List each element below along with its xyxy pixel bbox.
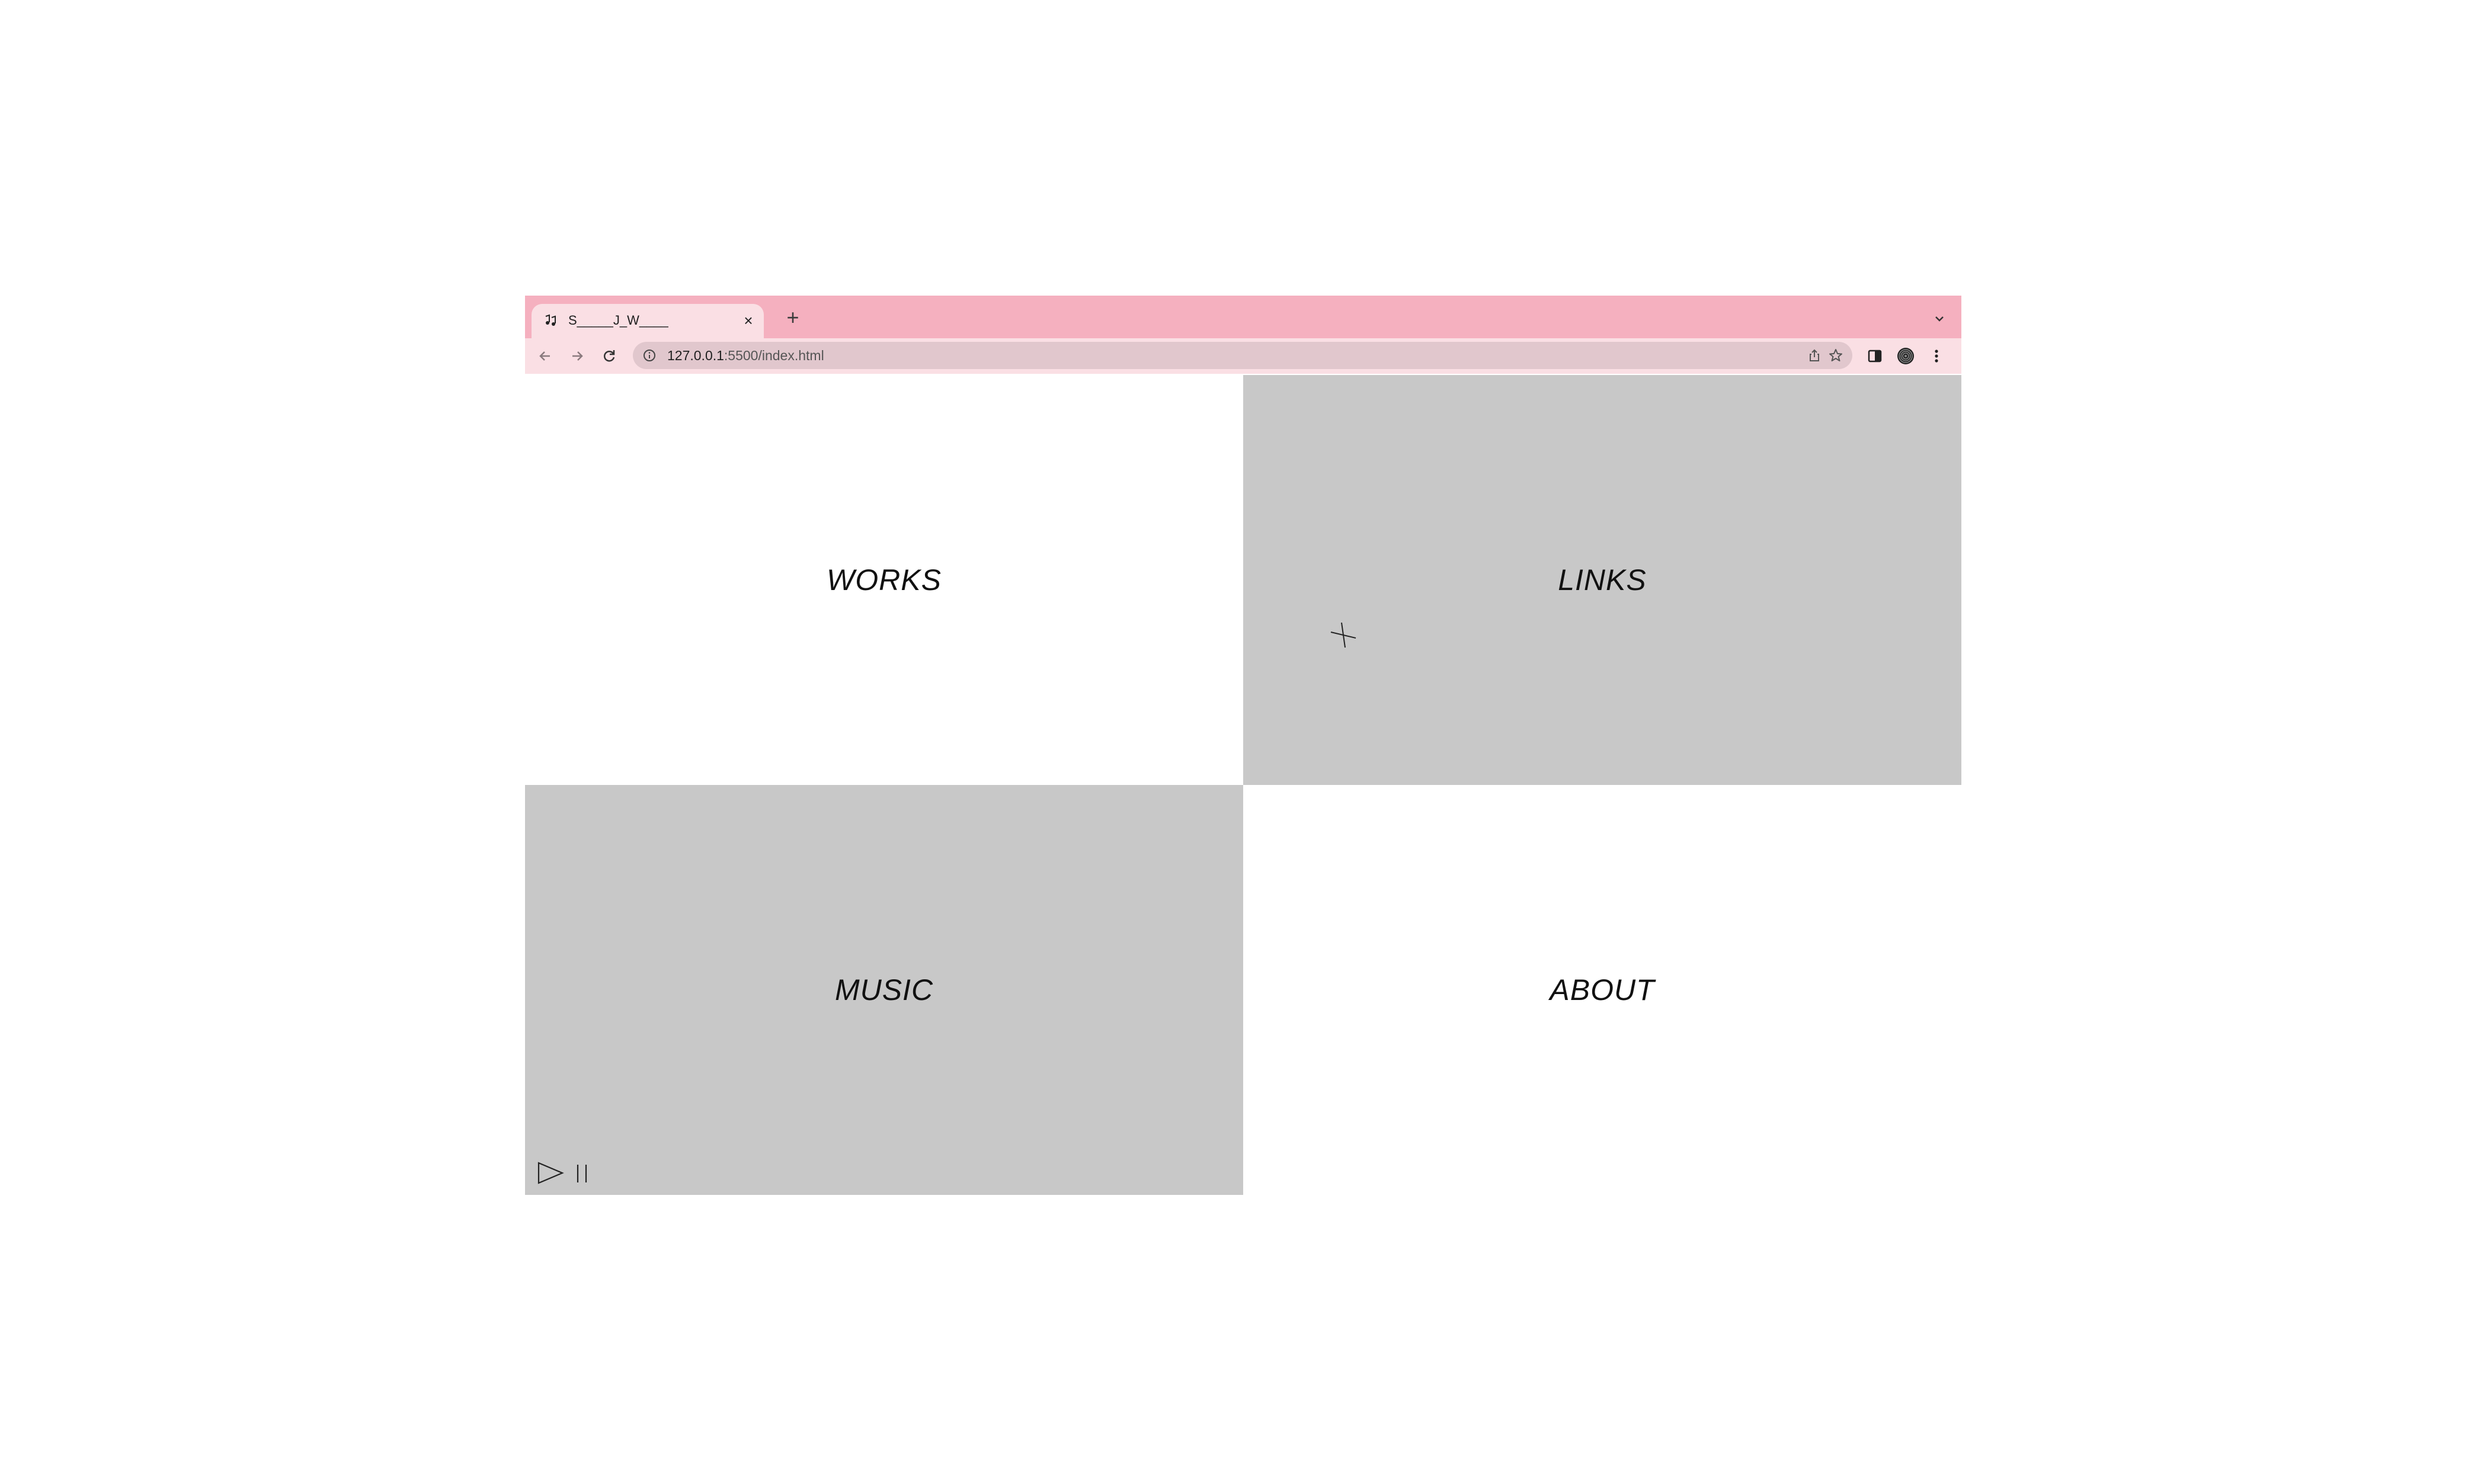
toolbar: 127.0.0.1:5500/index.html — [525, 338, 1961, 374]
crosshair-cursor-icon — [1330, 622, 1356, 648]
tab-title: S_____J_W____ — [568, 313, 668, 328]
links-label: LINKS — [1558, 563, 1647, 597]
browser-window: S_____J_W____ × + 127.0.0.1:5500/index.h… — [525, 296, 1961, 1195]
play-icon[interactable] — [537, 1161, 564, 1185]
url-text: 127.0.0.1:5500/index.html — [667, 347, 824, 364]
address-bar[interactable]: 127.0.0.1:5500/index.html — [633, 342, 1852, 369]
tab-close-button[interactable]: × — [740, 312, 757, 329]
music-label: MUSIC — [834, 973, 934, 1007]
works-section[interactable]: WORKS — [525, 375, 1243, 785]
menu-kebab-icon[interactable] — [1927, 347, 1946, 366]
about-label: ABOUT — [1550, 973, 1655, 1007]
site-info-icon[interactable] — [642, 348, 657, 363]
new-tab-button[interactable]: + — [782, 307, 804, 329]
about-section[interactable]: ABOUT — [1243, 785, 1961, 1195]
star-icon[interactable] — [1827, 347, 1844, 364]
tab-active[interactable]: S_____J_W____ × — [532, 304, 764, 338]
reload-icon[interactable] — [600, 347, 619, 366]
works-label: WORKS — [827, 563, 942, 597]
forward-arrow-icon[interactable] — [568, 347, 587, 366]
profile-avatar-icon[interactable] — [1896, 347, 1915, 366]
music-section[interactable]: MUSIC — [525, 785, 1243, 1195]
url-host: 127.0.0.1 — [667, 348, 724, 363]
links-section[interactable]: LINKS — [1243, 375, 1961, 785]
page-content: WORKS LINKS MUSIC ABOUT — [525, 375, 1961, 1195]
side-panel-icon[interactable] — [1865, 347, 1884, 366]
share-icon[interactable] — [1806, 347, 1823, 364]
pause-icon[interactable] — [573, 1163, 591, 1184]
tab-strip: S_____J_W____ × + — [525, 296, 1961, 338]
back-arrow-icon[interactable] — [536, 347, 555, 366]
chevron-down-icon[interactable] — [1931, 310, 1948, 328]
music-note-icon — [545, 314, 556, 326]
url-path: :5500/index.html — [724, 348, 824, 363]
